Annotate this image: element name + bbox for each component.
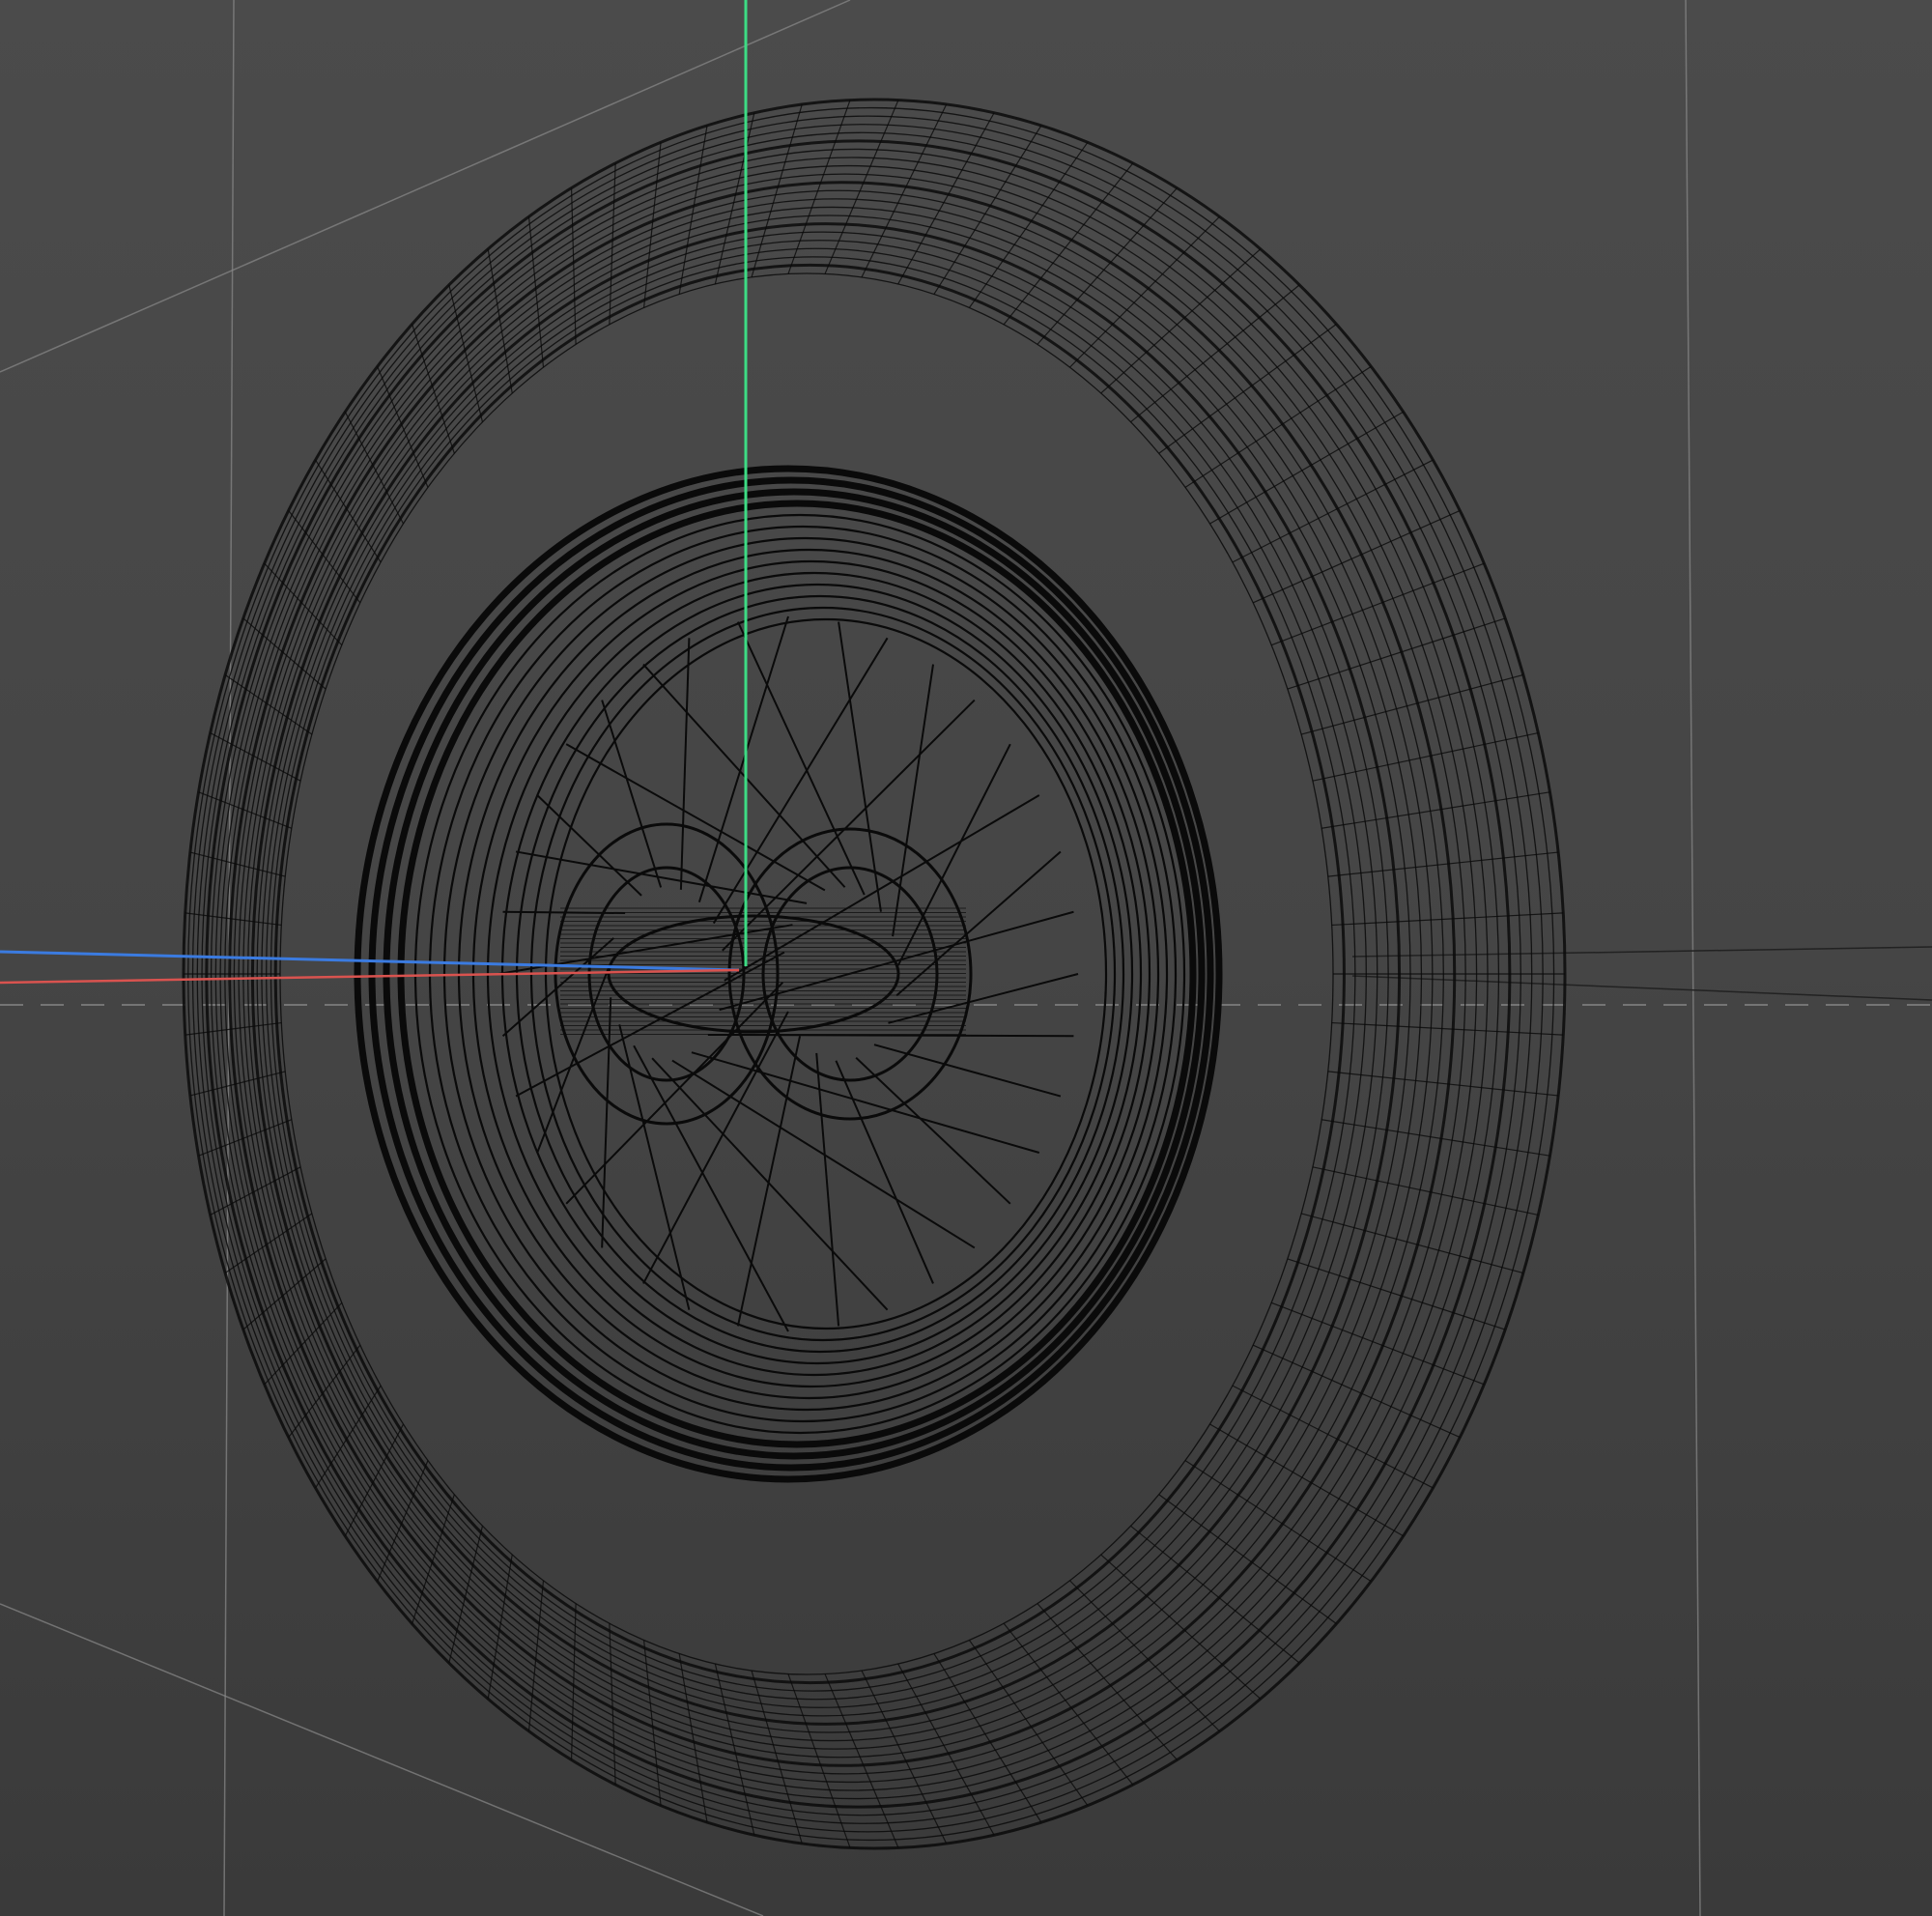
- spoke: [642, 1011, 789, 1284]
- tread-segment: [1287, 1258, 1506, 1330]
- tread-segment: [1321, 1119, 1550, 1157]
- tread-segment: [224, 673, 313, 735]
- spoke: [895, 850, 1062, 997]
- spoke: [892, 664, 934, 937]
- tread-segment: [570, 187, 577, 345]
- tread-segment: [1069, 215, 1220, 368]
- tread-segment: [1130, 284, 1300, 423]
- tread-segment: [224, 1213, 313, 1274]
- tread-segment: [1232, 459, 1434, 563]
- tread-segment: [185, 912, 282, 927]
- spoke: [896, 743, 1011, 966]
- viewport-canvas[interactable]: [0, 0, 1932, 1916]
- tread-segment: [897, 1663, 995, 1836]
- tread-segment: [264, 1301, 343, 1386]
- tread-segment: [824, 1673, 899, 1848]
- tread-segment: [1312, 731, 1539, 782]
- wheel-wireframe[interactable]: [182, 98, 1567, 1850]
- spoke: [724, 794, 1040, 982]
- spoke: [642, 663, 846, 888]
- tread-segment: [189, 851, 286, 877]
- spoke: [515, 850, 808, 904]
- spoke: [601, 700, 663, 888]
- tread-segment: [570, 1603, 577, 1760]
- tread-segment: [1312, 1166, 1539, 1216]
- tread-segment: [1331, 1021, 1564, 1036]
- tread-segment: [1327, 851, 1559, 877]
- spoke: [707, 1033, 1074, 1038]
- spoke: [633, 1044, 789, 1332]
- spoke: [873, 1044, 1062, 1098]
- tread-segment: [1232, 1385, 1434, 1489]
- tread-segment: [264, 562, 343, 646]
- tread-segment: [185, 1021, 282, 1036]
- tread-segment: [1327, 1071, 1559, 1097]
- tread-segment: [824, 100, 899, 274]
- grid-line: [1351, 975, 1932, 1001]
- spoke: [888, 973, 1079, 1024]
- spoke: [671, 1059, 976, 1249]
- grid-line: [0, 0, 851, 373]
- tread-segment: [1130, 1525, 1300, 1664]
- grid-line: [1351, 946, 1932, 958]
- tread-segment: [1287, 617, 1506, 690]
- tread-segment: [1331, 912, 1564, 927]
- tire-ring: [224, 173, 1466, 1775]
- grid-line: [1685, 0, 1701, 1916]
- tread-segment: [897, 112, 995, 285]
- tread-segment: [1321, 791, 1550, 829]
- spoke: [536, 794, 642, 897]
- tread-segment: [189, 1071, 286, 1097]
- 3d-viewport[interactable]: [0, 0, 1932, 1916]
- spoke: [679, 638, 691, 890]
- tread-segment: [1069, 1580, 1220, 1732]
